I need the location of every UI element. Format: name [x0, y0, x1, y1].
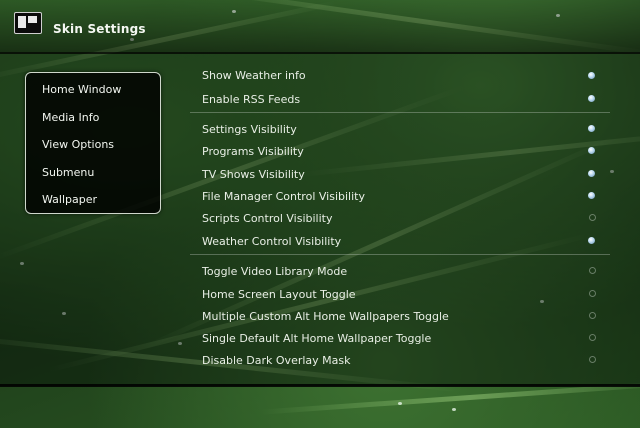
category-menu: Home Window Media Info View Options Subm…	[25, 72, 161, 214]
setting-show-weather-info[interactable]: Show Weather info	[202, 69, 306, 82]
toggle-tv-shows-visibility[interactable]	[588, 170, 595, 177]
menu-item-wallpaper[interactable]: Wallpaper	[42, 193, 97, 206]
toggle-weather-control-visibility[interactable]	[588, 237, 595, 244]
toggle-single-default-alt-home-wallpaper[interactable]	[589, 334, 596, 341]
setting-disable-dark-overlay-mask[interactable]: Disable Dark Overlay Mask	[202, 354, 351, 367]
toggle-show-weather-info[interactable]	[588, 72, 595, 79]
setting-file-manager-control-visibility[interactable]: File Manager Control Visibility	[202, 190, 365, 203]
menu-item-media-info[interactable]: Media Info	[42, 111, 99, 124]
skin-settings-icon	[14, 12, 42, 34]
toggle-enable-rss-feeds[interactable]	[588, 95, 595, 102]
toggle-disable-dark-overlay-mask[interactable]	[589, 356, 596, 363]
toggle-file-manager-control-visibility[interactable]	[588, 192, 595, 199]
bottom-divider	[0, 384, 640, 387]
page-title: Skin Settings	[53, 22, 146, 36]
setting-home-screen-layout-toggle[interactable]: Home Screen Layout Toggle	[202, 288, 356, 301]
toggle-scripts-control-visibility[interactable]	[589, 214, 596, 221]
title-bar: Skin Settings	[0, 0, 640, 54]
setting-toggle-video-library-mode[interactable]: Toggle Video Library Mode	[202, 265, 347, 278]
group-divider	[190, 254, 610, 255]
setting-single-default-alt-home-wallpaper[interactable]: Single Default Alt Home Wallpaper Toggle	[202, 332, 431, 345]
toggle-video-library-mode[interactable]	[589, 267, 596, 274]
setting-settings-visibility[interactable]: Settings Visibility	[202, 123, 297, 136]
setting-weather-control-visibility[interactable]: Weather Control Visibility	[202, 235, 341, 248]
setting-programs-visibility[interactable]: Programs Visibility	[202, 145, 304, 158]
menu-item-home-window[interactable]: Home Window	[42, 83, 121, 96]
toggle-settings-visibility[interactable]	[588, 125, 595, 132]
toggle-programs-visibility[interactable]	[588, 147, 595, 154]
toggle-home-screen-layout[interactable]	[589, 290, 596, 297]
menu-item-submenu[interactable]: Submenu	[42, 166, 94, 179]
setting-multiple-custom-alt-home-wallpapers[interactable]: Multiple Custom Alt Home Wallpapers Togg…	[202, 310, 449, 323]
setting-enable-rss-feeds[interactable]: Enable RSS Feeds	[202, 93, 300, 106]
group-divider	[190, 112, 610, 113]
setting-scripts-control-visibility[interactable]: Scripts Control Visibility	[202, 212, 333, 225]
toggle-multiple-custom-alt-home-wallpapers[interactable]	[589, 312, 596, 319]
menu-item-view-options[interactable]: View Options	[42, 138, 114, 151]
setting-tv-shows-visibility[interactable]: TV Shows Visibility	[202, 168, 305, 181]
